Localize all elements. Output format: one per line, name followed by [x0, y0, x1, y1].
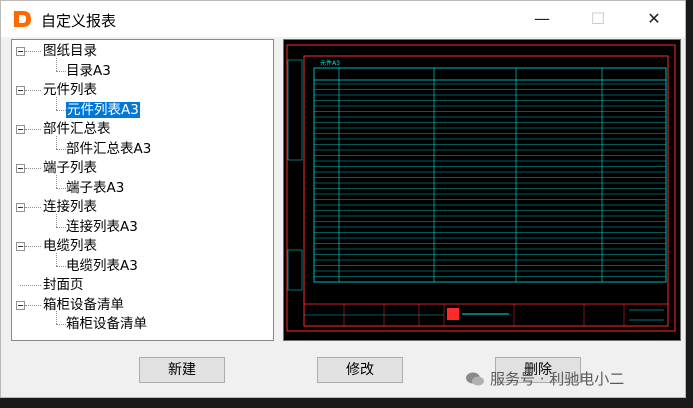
tree-leaf-item[interactable]: 元件列表A3	[66, 101, 140, 120]
tree-connector	[25, 51, 41, 52]
tree-connector	[25, 90, 41, 91]
tree-connector	[56, 311, 57, 324]
tree-connector	[56, 109, 66, 111]
tree-expander[interactable]	[16, 86, 25, 95]
tree-connector	[56, 96, 57, 110]
drawing-outer-frame	[286, 44, 676, 332]
app-logo-icon	[14, 11, 31, 27]
tree-expander[interactable]	[16, 164, 25, 173]
company-logo	[447, 308, 459, 320]
sheet-label: 元件A3	[320, 59, 340, 67]
side-strip-lower	[287, 249, 303, 291]
tree-leaf-item[interactable]: 目录A3	[66, 62, 111, 81]
tree-connector	[20, 285, 41, 286]
new-button[interactable]: 新建	[139, 357, 225, 383]
report-tree[interactable]: 图纸目录 目录A3 元件列表 元件列表A3 部件汇总表 部件汇总表A3 端子列表 端子表A3 连…	[11, 39, 274, 341]
tree-connector	[56, 324, 66, 325]
tree-connector	[56, 57, 57, 71]
tree-expander[interactable]	[16, 47, 25, 56]
tree-leaf-item[interactable]: 部件汇总表A3	[66, 140, 151, 159]
tree-leaf-item[interactable]: 端子表A3	[66, 179, 124, 198]
tree-connector	[25, 129, 41, 130]
close-button[interactable]: ✕	[631, 1, 677, 37]
tree-connector	[56, 252, 57, 266]
window-title: 自定义报表	[41, 12, 117, 30]
tree-connector	[25, 246, 41, 247]
table-frame	[313, 67, 667, 283]
edit-button[interactable]: 修改	[317, 357, 403, 383]
tree-connector	[25, 207, 41, 208]
tree-leaf-item[interactable]: 电缆列表A3	[66, 257, 138, 276]
tree-connector	[25, 168, 41, 169]
watermark-text: 服务号 · 利驰电小二	[490, 370, 625, 388]
tree-group-item[interactable]: 元件列表	[43, 81, 97, 100]
tree-connector	[56, 265, 66, 267]
tree-group-item[interactable]: 部件汇总表	[43, 120, 111, 139]
tree-group-item[interactable]: 封面页	[43, 276, 84, 295]
tree-expander[interactable]	[16, 300, 25, 310]
drawing-inner-frame	[303, 55, 669, 327]
tree-connector	[56, 148, 66, 150]
tree-expander[interactable]	[16, 125, 25, 134]
custom-report-dialog: 自定义报表 — ☐ ✕ 图纸目录 目录A3 元件列表 元件列表A3 部件汇总表 部件汇总表…	[0, 0, 686, 398]
tree-connector	[56, 174, 57, 188]
wechat-icon	[466, 372, 484, 386]
minimize-button[interactable]: —	[519, 1, 565, 37]
tree-group-item[interactable]: 图纸目录	[43, 42, 97, 61]
tree-group-item[interactable]: 电缆列表	[43, 237, 97, 256]
tree-connector	[56, 213, 57, 227]
tree-connector	[56, 135, 57, 149]
tree-connector	[25, 304, 41, 306]
tree-connector	[56, 70, 66, 72]
drawing-preview: 元件A3	[286, 44, 676, 332]
title-bar: 自定义报表 — ☐ ✕	[1, 1, 685, 37]
tree-expander[interactable]	[16, 242, 25, 251]
side-strip	[287, 59, 303, 161]
tree-expander[interactable]	[16, 203, 25, 212]
tree-group-item[interactable]: 连接列表	[43, 198, 97, 217]
maximize-button[interactable]: ☐	[575, 1, 621, 37]
tree-leaf-item[interactable]: 连接列表A3	[66, 218, 138, 237]
report-preview: 元件A3	[283, 39, 681, 341]
tree-connector	[56, 226, 66, 228]
tree-connector	[56, 187, 66, 189]
tree-leaf-item[interactable]: 箱柜设备清单	[66, 315, 147, 334]
tree-group-item[interactable]: 端子列表	[43, 159, 97, 178]
